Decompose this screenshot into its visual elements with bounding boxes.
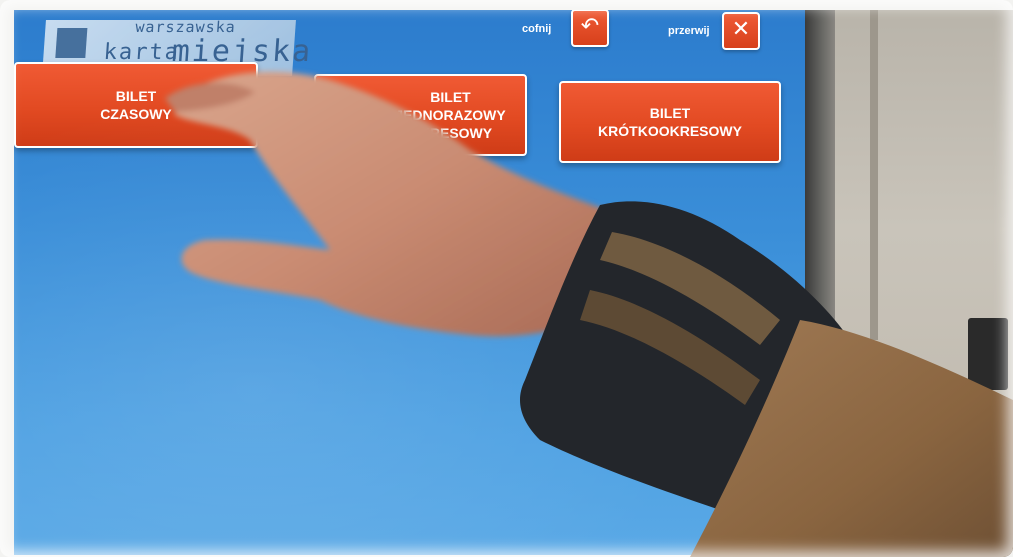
kiosk-photo: warszawska karta miejska cofnij ↶ przerw…	[0, 0, 1013, 557]
hand	[165, 71, 620, 337]
pointing-hand	[165, 71, 1013, 557]
